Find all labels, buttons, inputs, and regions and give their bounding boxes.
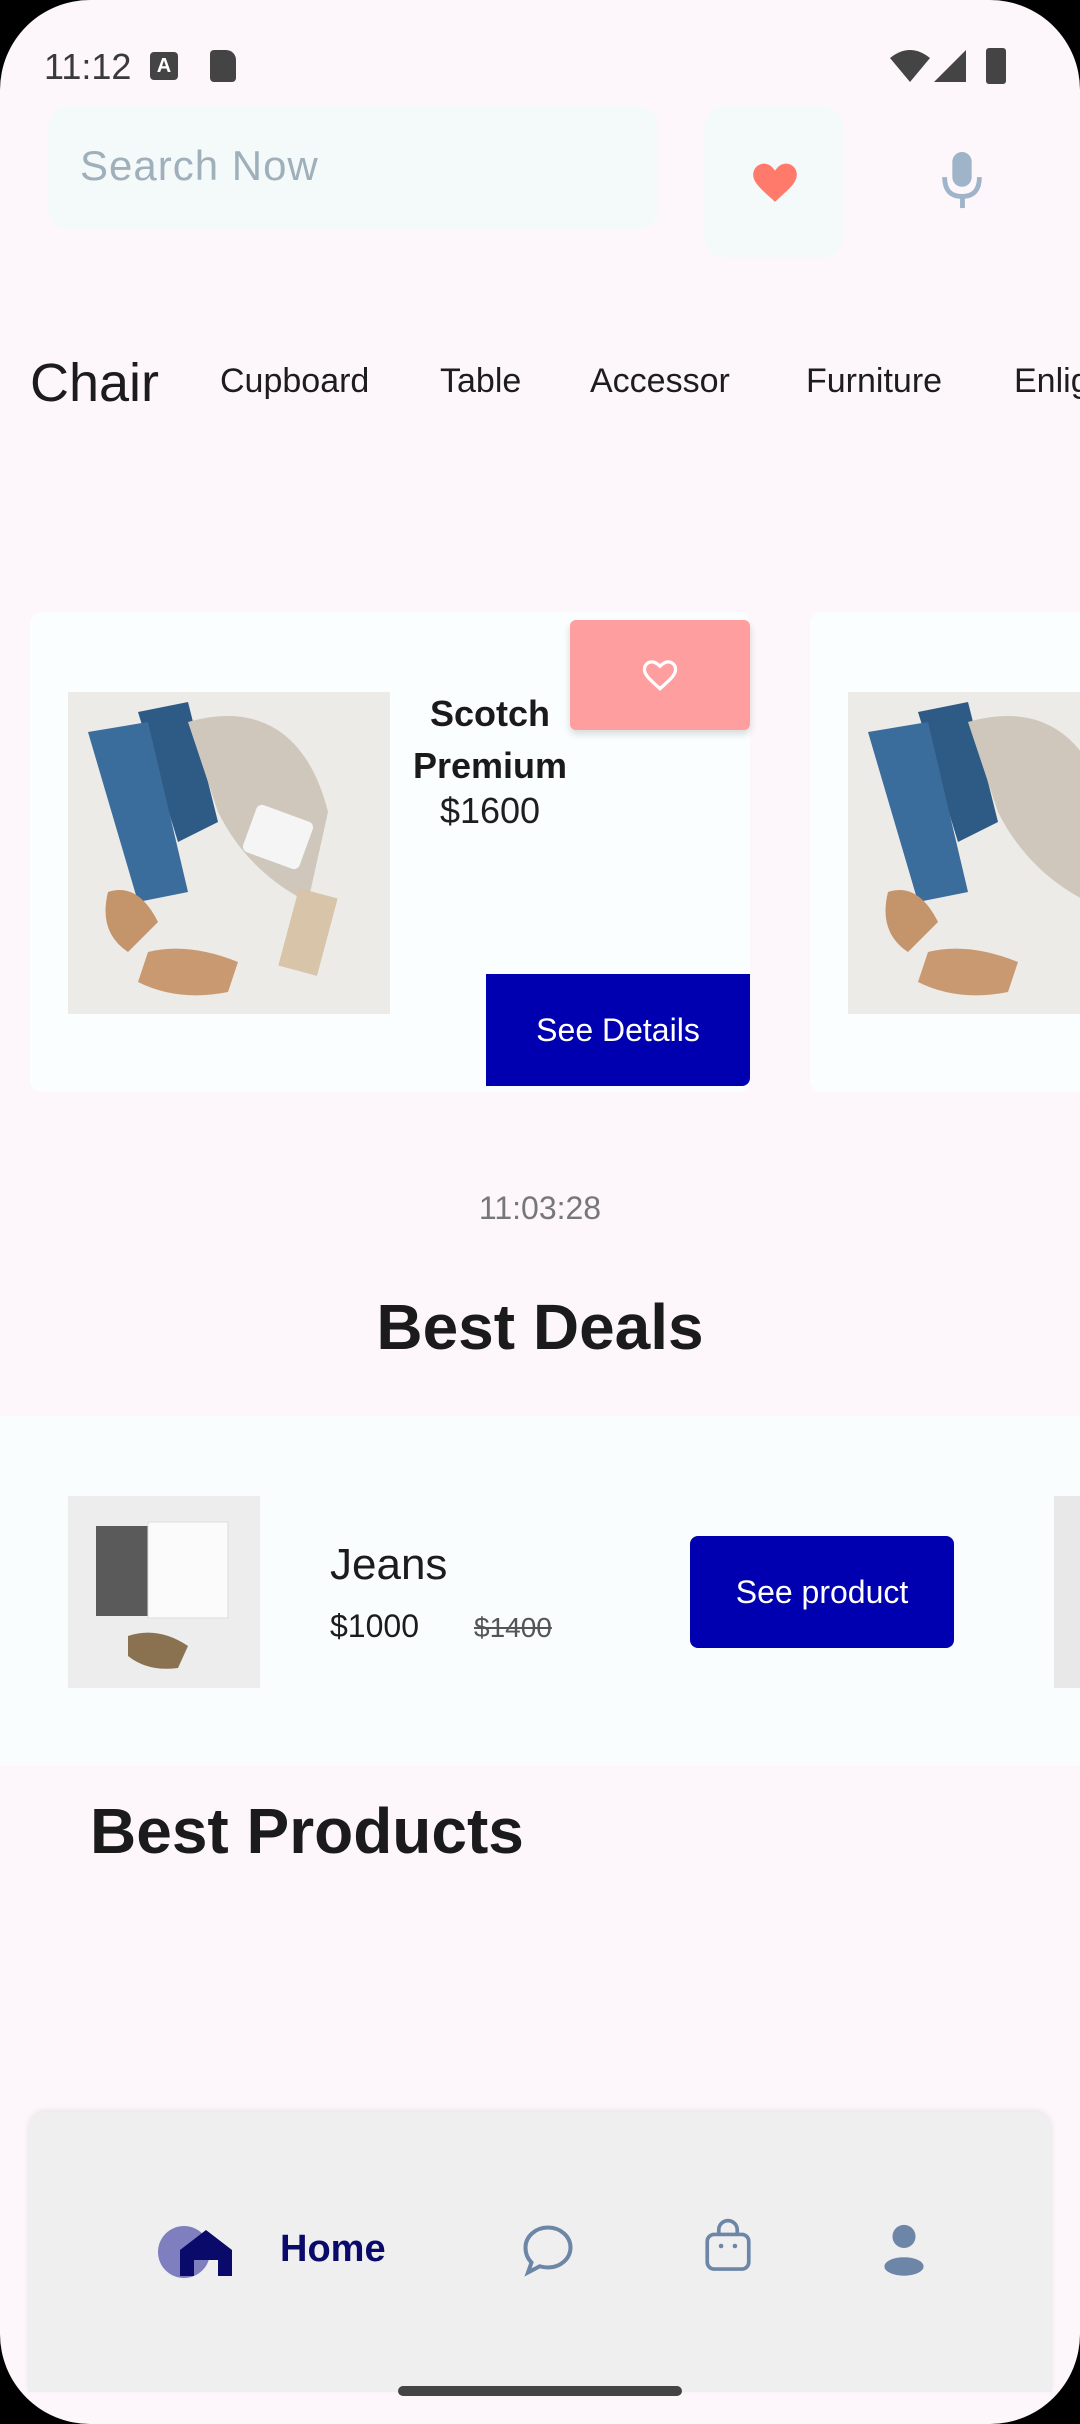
microphone-icon[interactable]	[938, 152, 986, 210]
heart-icon	[753, 163, 797, 202]
deal-image	[68, 1496, 260, 1688]
product-image	[68, 692, 390, 1014]
countdown-timer: 11:03:28	[478, 1190, 602, 1226]
cell-signal-icon	[934, 50, 966, 82]
product-name: Scotch Premium	[412, 693, 568, 786]
profile-icon[interactable]	[876, 2218, 932, 2278]
search-placeholder: Search Now	[80, 142, 319, 189]
tab-chair[interactable]: Chair	[30, 352, 159, 414]
app-screen: 11:12 A Search Now Chair Cupboard Table …	[0, 0, 1080, 2424]
tab-enlightenment[interactable]: Enlig	[1014, 362, 1080, 401]
status-bar: 11:12 A	[0, 40, 1080, 100]
search-input[interactable]: Search Now	[48, 106, 658, 230]
product-price: $1600	[439, 790, 541, 831]
heart-outline-icon	[642, 660, 678, 691]
see-product-button[interactable]: See product	[690, 1536, 954, 1648]
bag-icon[interactable]	[700, 2216, 756, 2276]
best-deals-heading: Best Deals	[376, 1291, 704, 1363]
product-image-next	[848, 692, 1080, 1014]
tab-furniture[interactable]: Furniture	[806, 362, 942, 401]
best-products-heading: Best Products	[90, 1795, 524, 1867]
see-details-button[interactable]: See Details	[486, 974, 750, 1086]
deal-price: $1000	[330, 1608, 419, 1644]
tab-table[interactable]: Table	[440, 362, 521, 401]
chat-icon[interactable]	[518, 2220, 578, 2280]
battery-icon	[986, 48, 1006, 84]
favorites-button[interactable]	[704, 106, 844, 258]
deal-old-price: $1400	[474, 1612, 552, 1643]
add-favorite-button[interactable]	[570, 620, 750, 730]
product-card[interactable]: Scotch Premium $1600 See Details	[30, 612, 750, 1092]
bottom-navigation: Home	[28, 2112, 1052, 2392]
deal-name: Jeans	[330, 1540, 448, 1589]
home-icon[interactable]	[156, 2222, 266, 2282]
wifi-icon	[890, 50, 930, 82]
gesture-bar[interactable]	[398, 2386, 682, 2396]
nav-home-label[interactable]: Home	[280, 2228, 386, 2271]
tab-accessories[interactable]: Accessor	[590, 362, 730, 401]
product-card-next[interactable]	[810, 612, 1080, 1092]
status-time: 11:12	[44, 46, 132, 87]
tab-cupboard[interactable]: Cupboard	[220, 362, 369, 401]
sd-card-icon	[210, 50, 236, 82]
a-notification-icon: A	[150, 52, 178, 80]
deal-next-image	[1054, 1496, 1080, 1688]
category-tabs: Chair Cupboard Table Accessor Furniture …	[0, 344, 1080, 424]
deal-card[interactable]: Jeans $1000 $1400 See product	[0, 1416, 1080, 1766]
